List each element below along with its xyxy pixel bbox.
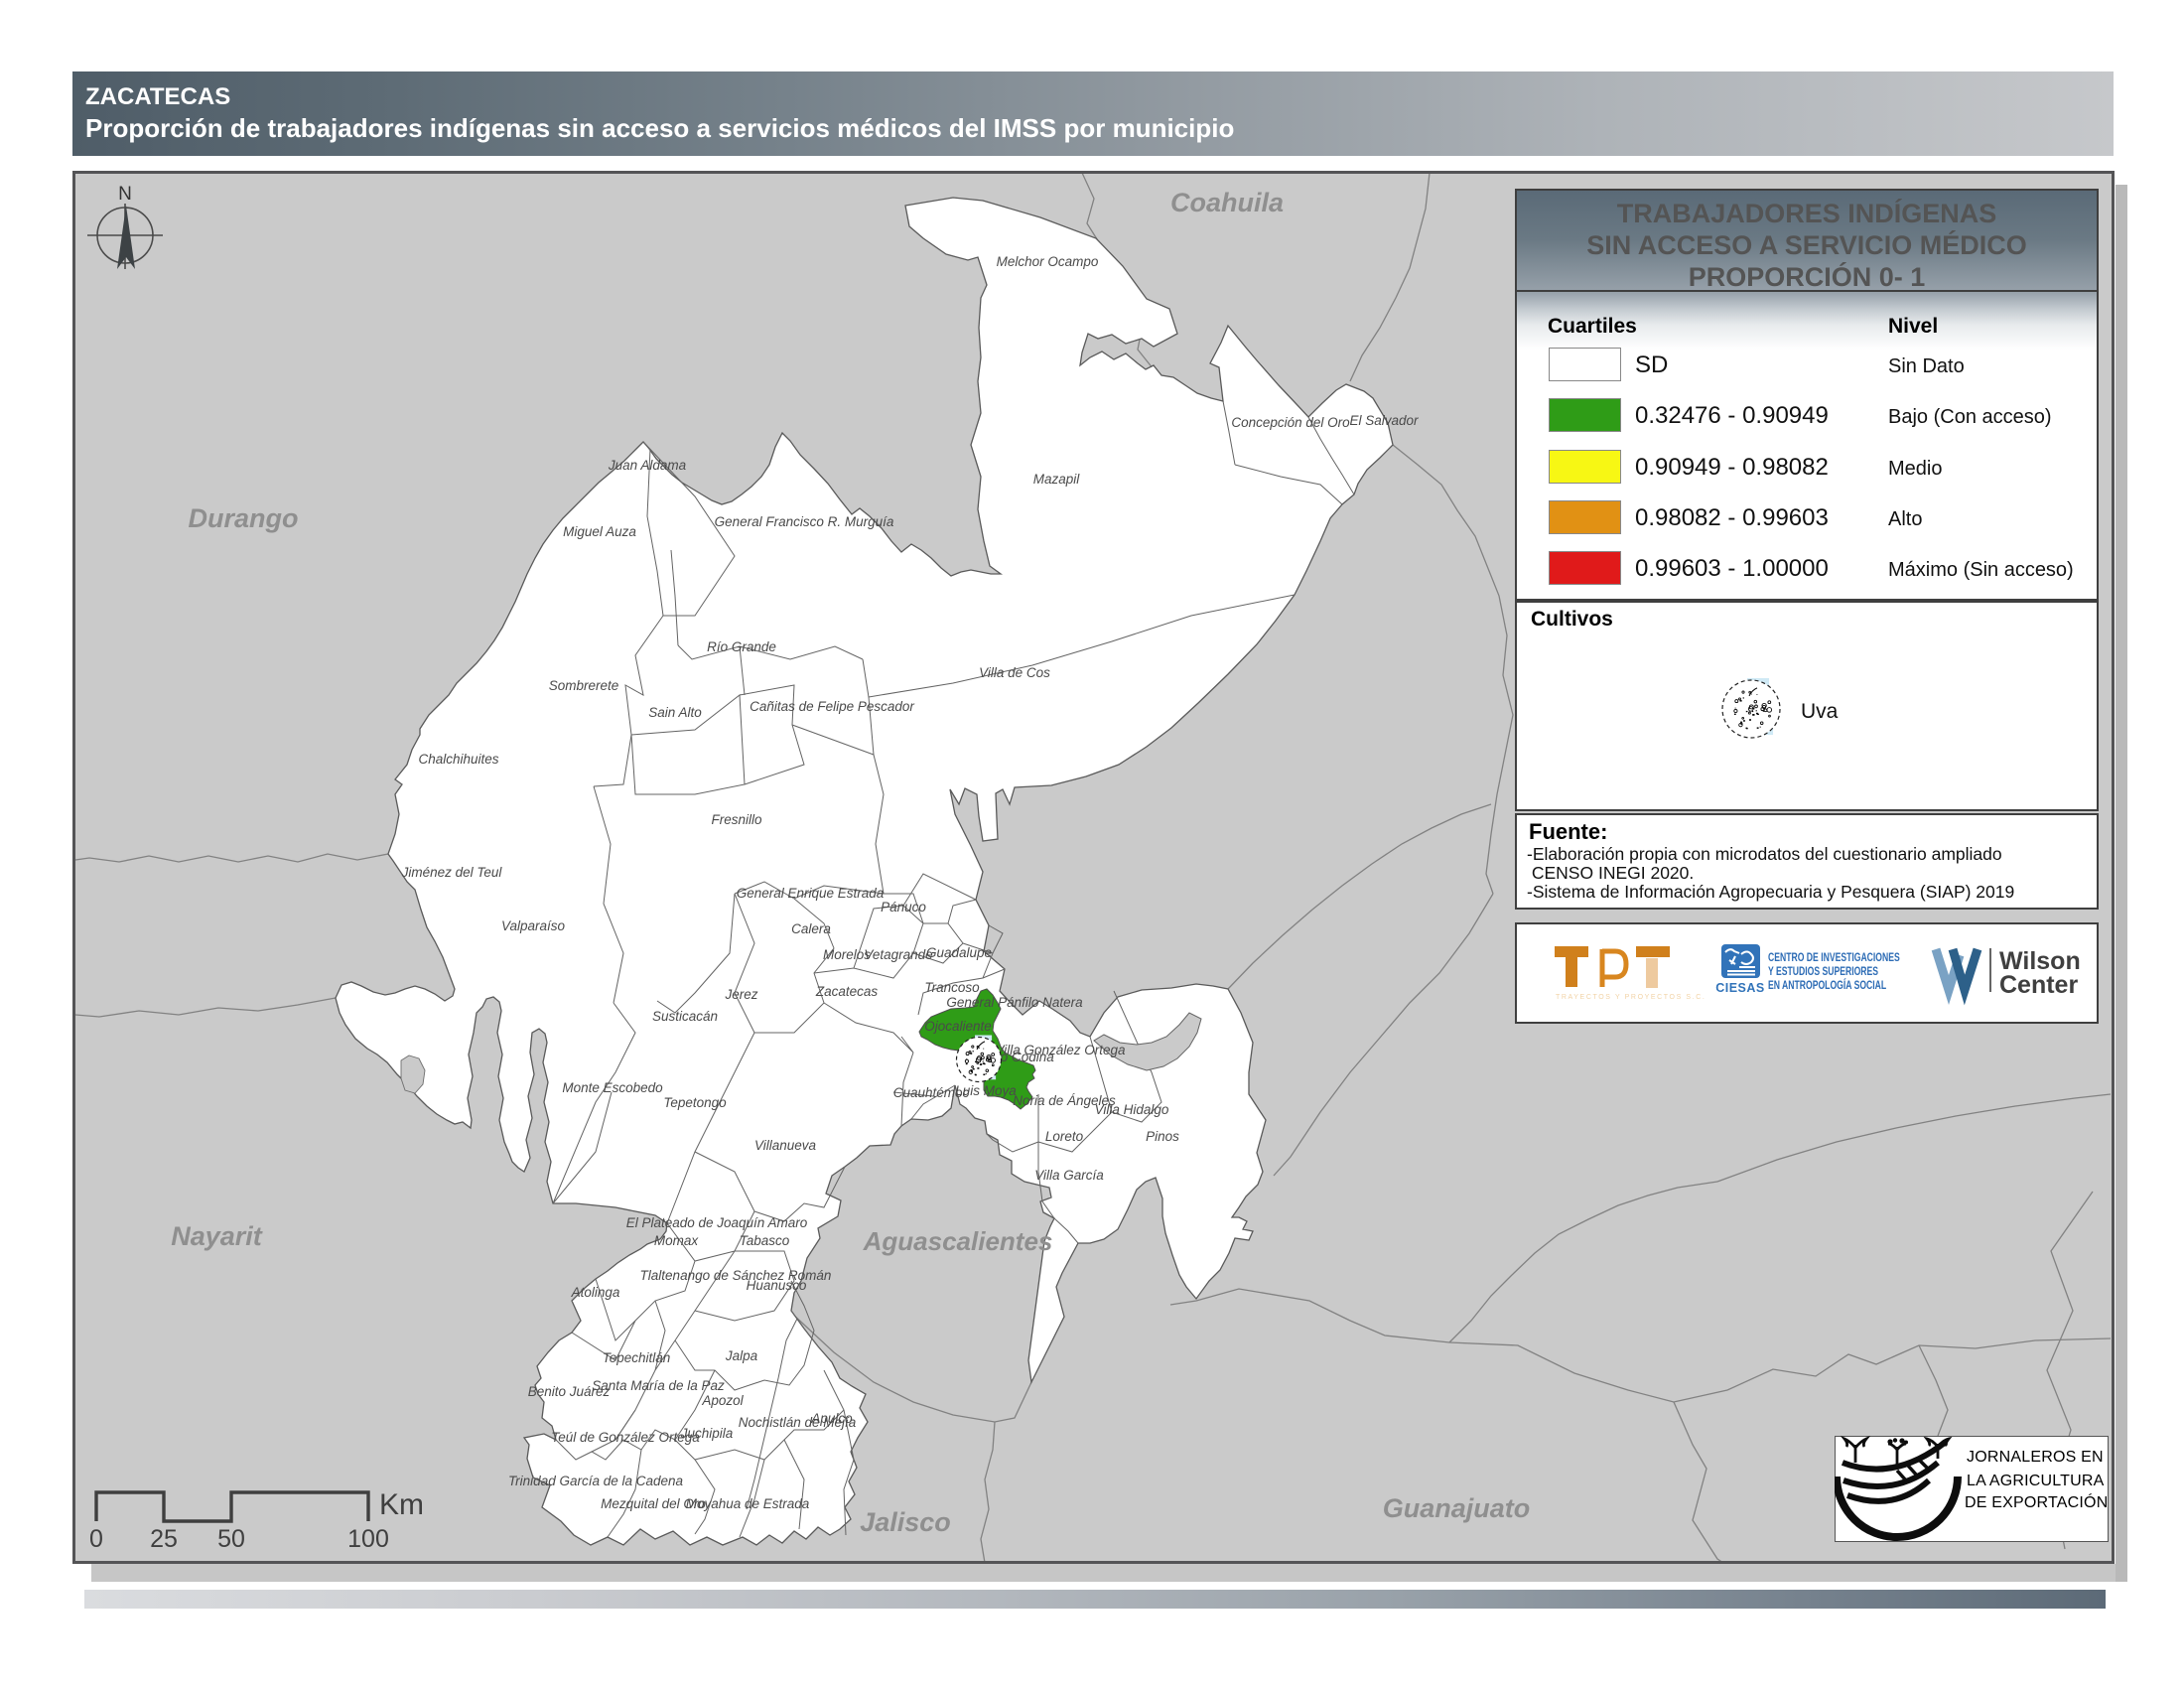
svg-text:JORNALEROS EN: JORNALEROS EN	[1967, 1449, 2104, 1466]
svg-text:CIESAS: CIESAS	[1715, 981, 1765, 995]
svg-text:Y ESTUDIOS SUPERIORES: Y ESTUDIOS SUPERIORES	[1768, 966, 1878, 979]
svg-text:EN ANTROPOLOGÍA SOCIAL: EN ANTROPOLOGÍA SOCIAL	[1768, 978, 1887, 993]
svg-text:DE EXPORTACIÓN: DE EXPORTACIÓN	[1965, 1492, 2108, 1511]
svg-text:CENTRO DE INVESTIGACIONES: CENTRO DE INVESTIGACIONES	[1768, 952, 1900, 965]
svg-text:TRAYECTOS Y PROYECTOS S.C.: TRAYECTOS Y PROYECTOS S.C.	[1556, 994, 1706, 1001]
svg-text:LA AGRICULTURA: LA AGRICULTURA	[1967, 1473, 2105, 1489]
svg-text:Center: Center	[1999, 971, 2078, 999]
